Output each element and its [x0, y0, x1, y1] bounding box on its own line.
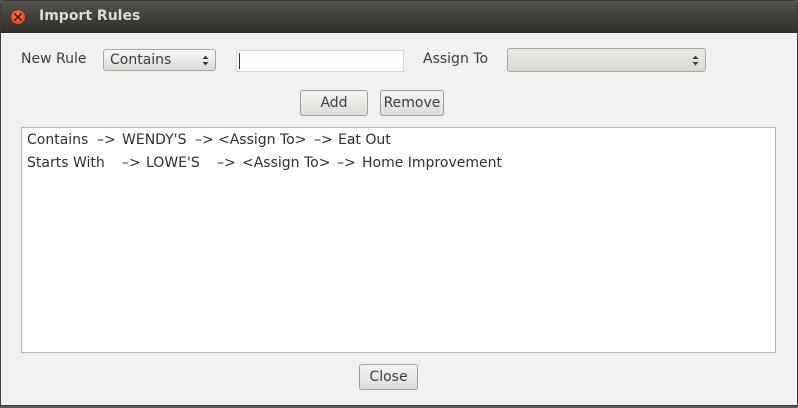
new-rule-label: New Rule — [21, 51, 87, 67]
rule-assign-to: <Assign To> — [218, 132, 307, 148]
close-icon — [14, 13, 22, 21]
match-type-select[interactable]: Contains — [103, 49, 216, 71]
pattern-input[interactable] — [236, 50, 404, 72]
rules-list[interactable]: Contains –> WENDY'S –> <Assign To> –> Ea… — [21, 127, 776, 353]
rule-category: Eat Out — [338, 132, 391, 148]
rule-pattern: LOWE'S — [146, 155, 200, 171]
rule-pattern: WENDY'S — [122, 132, 187, 148]
assign-to-select[interactable] — [507, 48, 706, 72]
rule-match-type: Starts With — [27, 155, 105, 171]
title-bar[interactable]: Import Rules — [1, 1, 797, 33]
rule-match-type: Contains — [27, 132, 89, 148]
rule-assign-to: <Assign To> — [242, 155, 331, 171]
list-item[interactable]: Starts With –> LOWE'S –> <Assign To> –> … — [27, 155, 767, 175]
updown-arrows-icon — [202, 55, 209, 66]
rule-arrow: –> — [337, 155, 356, 171]
assign-to-label: Assign To — [423, 51, 489, 67]
text-caret — [239, 53, 240, 69]
window-close-button[interactable] — [10, 9, 26, 25]
rule-arrow: –> — [122, 155, 141, 171]
updown-arrows-icon — [692, 55, 699, 66]
match-type-value: Contains — [110, 52, 172, 68]
close-button[interactable]: Close — [359, 364, 418, 390]
list-item[interactable]: Contains –> WENDY'S –> <Assign To> –> Ea… — [27, 132, 767, 152]
import-rules-dialog: Import Rules New Rule Contains Assign To… — [0, 0, 798, 406]
rule-arrow: –> — [314, 132, 333, 148]
rule-arrow: –> — [217, 155, 236, 171]
window-title: Import Rules — [39, 8, 141, 24]
rule-arrow: –> — [195, 132, 214, 148]
add-button[interactable]: Add — [300, 90, 368, 116]
rule-category: Home Improvement — [362, 155, 502, 171]
remove-button[interactable]: Remove — [380, 90, 444, 116]
rule-arrow: –> — [97, 132, 116, 148]
